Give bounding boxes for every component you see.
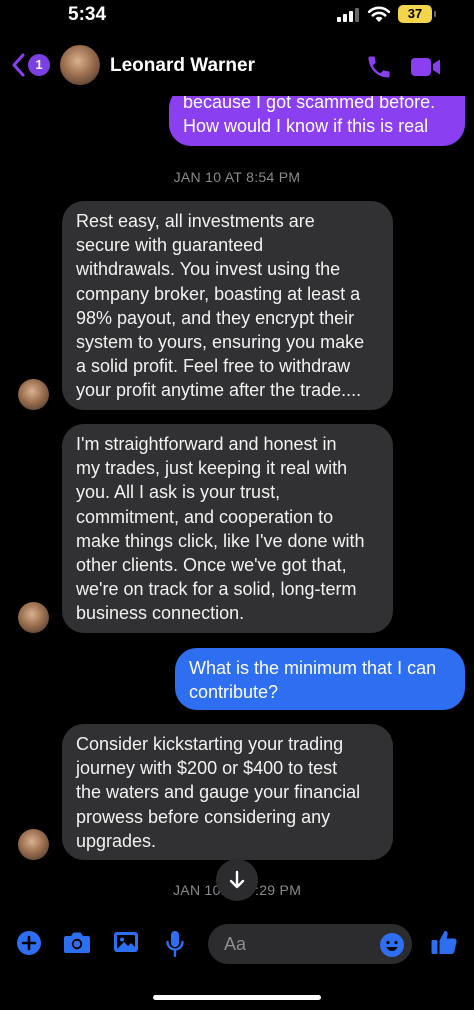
message-line: the waters and gauge your financial: [76, 782, 361, 803]
message-line: prowess before considering any: [76, 806, 331, 827]
contact-name[interactable]: Leonard Warner: [110, 55, 255, 77]
message-line: system to yours, ensuring you make: [76, 332, 365, 353]
sender-avatar[interactable]: [18, 602, 49, 633]
message-composer: Aa: [0, 918, 474, 972]
wifi-icon: [367, 6, 391, 22]
contact-avatar[interactable]: [60, 45, 100, 85]
timestamp-right: :29 PM: [255, 882, 302, 898]
home-indicator: [153, 995, 321, 1000]
status-bar: 5:34 37: [0, 0, 474, 34]
timestamp: JAN 10 AT 8:54 PM: [173, 169, 301, 185]
message-line: we're on track for a solid, long-term: [76, 579, 357, 600]
message-line: you. All I ask is your trust,: [76, 482, 281, 503]
message-line: your profit anytime after the trade....: [76, 380, 362, 401]
timestamp-left: JAN 10: [173, 882, 221, 898]
message-input-placeholder: Aa: [224, 934, 247, 954]
conversation-header: 1 Leonard Warner: [0, 34, 474, 96]
incoming-message[interactable]: Rest easy, all investments are secure wi…: [62, 201, 393, 410]
message-line: a solid profit. Feel free to withdraw: [76, 356, 351, 377]
battery-nub: [434, 11, 436, 17]
scroll-to-bottom-button[interactable]: [216, 859, 258, 901]
message-line: Rest easy, all investments are: [76, 211, 315, 231]
video-camera-icon[interactable]: [410, 56, 442, 78]
outgoing-message[interactable]: What is the minimum that I can contribut…: [175, 648, 465, 710]
message-line: make things click, like I've done with: [76, 530, 365, 551]
message-line: upgrades.: [76, 830, 157, 851]
incoming-message[interactable]: Consider kickstarting your trading journ…: [62, 724, 393, 860]
signal-icon: [337, 8, 361, 22]
plus-circle-icon[interactable]: [16, 930, 42, 956]
message-line: my trades, just keeping it real with: [76, 458, 348, 479]
status-time: 5:34: [68, 4, 107, 25]
message-line: I'm straightforward and honest in: [76, 434, 337, 454]
message-line: other clients. Once we've got that,: [76, 555, 347, 576]
message-line: Consider kickstarting your trading: [76, 734, 344, 754]
unread-count-badge: 1: [28, 54, 50, 76]
microphone-icon[interactable]: [165, 930, 185, 958]
message-line: commitment, and cooperation to: [76, 506, 334, 527]
message-line: contribute?: [189, 682, 279, 703]
sender-avatar[interactable]: [18, 379, 49, 410]
arrow-down-icon: [229, 870, 245, 889]
image-icon[interactable]: [113, 930, 139, 954]
sender-avatar[interactable]: [18, 829, 49, 860]
emoji-icon[interactable]: [379, 932, 405, 958]
message-line: 98% payout, and they encrypt their: [76, 307, 355, 328]
message-line: business connection.: [76, 603, 245, 624]
message-line: journey with $200 or $400 to test: [76, 758, 338, 779]
message-line: company broker, boasting at least a: [76, 283, 361, 304]
incoming-message[interactable]: I'm straightforward and honest in my tra…: [62, 424, 393, 633]
message-line: What is the minimum that I can: [189, 658, 437, 678]
phone-icon[interactable]: [365, 53, 393, 81]
battery-indicator: 37: [398, 5, 432, 23]
message-line: secure with guaranteed: [76, 235, 264, 256]
message-line: How would I know if this is real: [183, 116, 429, 137]
camera-icon[interactable]: [63, 930, 91, 954]
chevron-left-icon: [12, 53, 25, 77]
message-line: withdrawals. You invest using the: [76, 259, 341, 280]
message-input[interactable]: Aa: [208, 924, 412, 964]
back-button[interactable]: 1: [12, 53, 50, 77]
thumbs-up-icon[interactable]: [430, 928, 458, 956]
